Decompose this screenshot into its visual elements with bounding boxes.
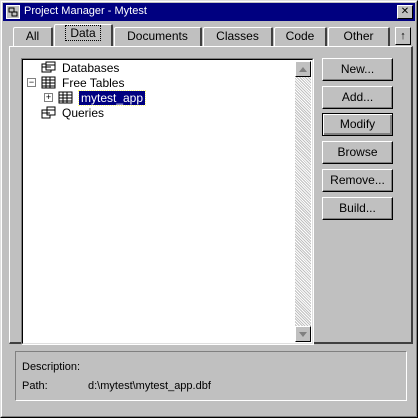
tab-classes[interactable]: Classes [203, 27, 273, 46]
browse-button[interactable]: Browse [322, 141, 393, 164]
button-label: Modify [339, 117, 376, 131]
new-button[interactable]: New... [322, 58, 393, 81]
button-label: Remove... [330, 173, 385, 187]
project-manager-icon [6, 5, 20, 19]
close-button[interactable]: ✕ [397, 5, 413, 19]
expand-toggle[interactable]: + [44, 93, 53, 102]
tab-label: Data [65, 25, 101, 41]
tab-label: Other [343, 29, 374, 43]
table-icon [41, 76, 56, 89]
project-manager-window: Project Manager - Mytest ✕ All Data Docu… [0, 0, 418, 418]
tree-item-queries[interactable]: Queries [41, 106, 181, 120]
tree-item-label: Databases [62, 61, 120, 75]
database-icon [41, 61, 56, 73]
window-title: Project Manager - Mytest [24, 5, 147, 17]
add-button[interactable]: Add... [322, 86, 393, 109]
tab-label: Documents [127, 29, 188, 43]
tab-data[interactable]: Data [54, 24, 113, 46]
tab-label: Code [285, 29, 315, 43]
tab-documents[interactable]: Documents [114, 27, 202, 46]
path-value: d:\mytest\mytest_app.dbf [88, 380, 211, 392]
tree-item-label: mytest_app [77, 90, 147, 106]
modify-button[interactable]: Modify [322, 113, 393, 136]
query-icon [41, 106, 56, 119]
tree-item-free-tables[interactable]: − Free Tables [27, 76, 177, 90]
tab-other[interactable]: Other [328, 27, 390, 46]
tree-item-databases[interactable]: Databases [41, 61, 181, 75]
button-label: Browse [337, 145, 378, 159]
build-button[interactable]: Build... [322, 197, 393, 220]
button-label: New... [340, 62, 375, 76]
remove-button[interactable]: Remove... [322, 169, 393, 192]
up-arrow-icon: ↑ [400, 29, 406, 42]
tab-all[interactable]: All [13, 27, 53, 46]
path-label: Path: [22, 380, 48, 392]
button-label: Build... [339, 201, 376, 215]
tree-scrollbar[interactable] [295, 61, 311, 342]
collapse-toggle[interactable]: − [27, 78, 36, 87]
details-box: Description: Path: d:\mytest\mytest_app.… [15, 351, 407, 401]
table-icon [58, 91, 73, 104]
tree-item-mytest-app[interactable]: + mytest_app [44, 90, 184, 106]
close-icon: ✕ [400, 6, 410, 17]
tree-item-label: Queries [62, 106, 105, 120]
tree-item-label: Free Tables [62, 76, 125, 90]
tab-label: All [25, 29, 40, 43]
project-tree[interactable]: Databases − Free Tables + mytest_app Que… [21, 58, 314, 345]
scroll-down-button[interactable] [295, 326, 311, 342]
scroll-up-button[interactable] [295, 61, 311, 77]
button-label: Add... [341, 90, 374, 104]
tab-label: Classes [216, 29, 259, 43]
tab-collapse-button[interactable]: ↑ [395, 27, 411, 45]
tab-code[interactable]: Code [274, 27, 327, 46]
down-arrow-icon [299, 331, 307, 337]
description-label: Description: [22, 361, 81, 373]
title-bar[interactable]: Project Manager - Mytest ✕ [3, 3, 415, 21]
up-arrow-icon [299, 66, 307, 72]
tab-strip: All Data Documents Classes Code Other ↑ [9, 23, 413, 47]
